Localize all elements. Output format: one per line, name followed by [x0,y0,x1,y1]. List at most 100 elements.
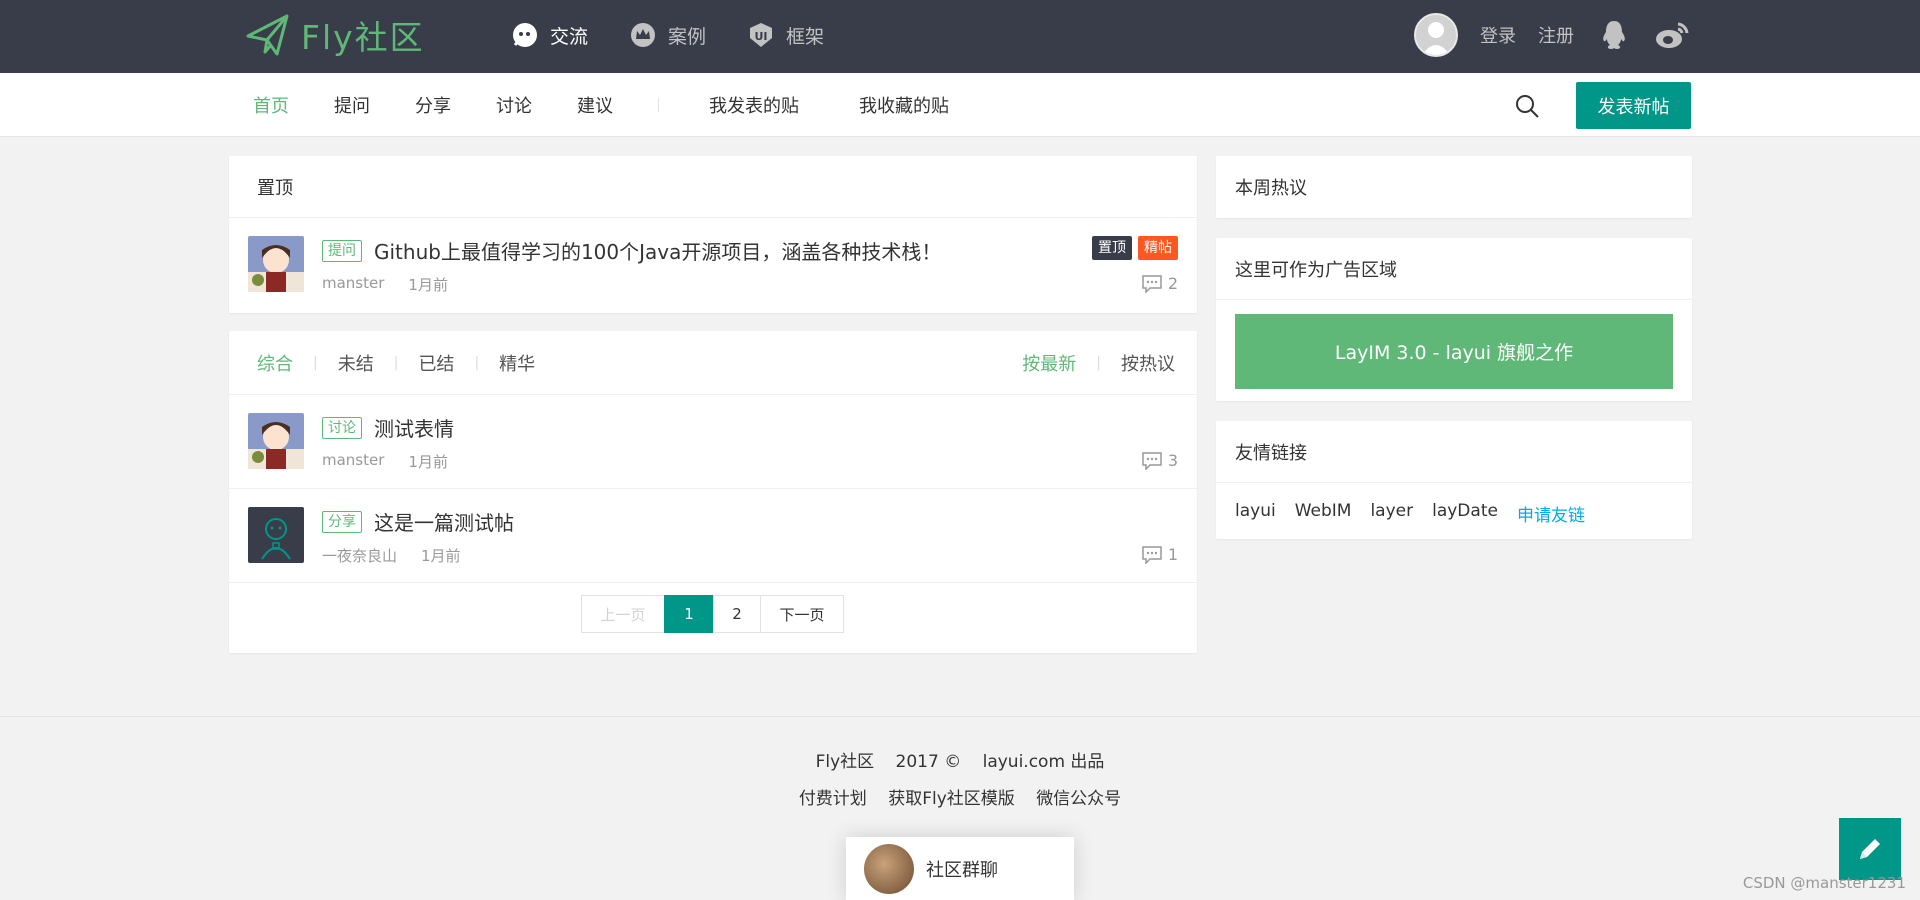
default-avatar[interactable] [1414,13,1458,57]
post-head: 提问 Github上最值得学习的100个Java开源项目，涵盖各种技术栈！ [322,236,941,265]
sub-nav: 首页 提问 分享 讨论 建议 我发表的贴 我收藏的贴 发表新帖 [0,73,1920,137]
post-author[interactable]: manster [322,274,384,295]
post-avatar-anime[interactable] [248,413,304,469]
footer-link[interactable]: 付费计划 [799,789,867,809]
footer-year: 2017 © [895,752,962,772]
search-icon[interactable] [1514,93,1540,119]
post-tag[interactable]: 提问 [322,239,362,262]
footer-link[interactable]: 微信公众号 [1036,789,1121,809]
logo-text: Fly社区 [301,18,425,57]
post-tag[interactable]: 讨论 [322,416,362,439]
post-item: 讨论 测试表情 manster 1月前 3 [229,395,1197,489]
svg-text:UI: UI [755,30,768,43]
topnav-label: 框架 [786,25,825,48]
chat-label: 社区群聊 [926,859,998,881]
ad-title: 这里可作为广告区域 [1216,238,1692,300]
sticky-panel: 置顶 提问 Github上最值得学习的100个Java开源项目，涵盖各种技术栈！… [229,156,1197,313]
post-author[interactable]: 一夜奈良山 [322,545,397,566]
post-head: 分享 这是一篇测试帖 [322,507,514,536]
friend-link[interactable]: layui [1235,501,1276,526]
topnav-item-framework[interactable]: UI 框架 [746,20,824,50]
post-title-link[interactable]: 这是一篇测试帖 [374,507,514,536]
community-chat-button[interactable]: 社区群聊 [846,837,1074,900]
friend-links: layui WebIM layer layDate 申请友链 [1235,501,1585,526]
filter-divider: | [313,355,318,371]
post-title-link[interactable]: 测试表情 [374,413,454,442]
qq-icon[interactable] [1596,17,1632,53]
subnav-list: 首页 提问 分享 讨论 建议 我发表的贴 我收藏的贴 [253,73,994,136]
sticky-title: 置顶 [229,156,1197,218]
sort-newest[interactable]: 按最新 [1022,350,1076,376]
subnav-item-question[interactable]: 提问 [334,92,370,118]
hot-topics-title: 本周热议 [1235,178,1307,199]
register-link[interactable]: 注册 [1538,22,1574,48]
subnav-item-share[interactable]: 分享 [415,92,451,118]
topnav-item-chat[interactable]: 交流 [510,20,588,50]
page-button[interactable]: 2 [713,595,761,633]
friend-link[interactable]: layer [1370,501,1413,526]
weibo-icon[interactable] [1654,17,1690,53]
post-avatar-robot[interactable] [248,507,304,563]
sort-hottest[interactable]: 按热议 [1121,350,1175,376]
footer-copyright: Fly社区 2017 © layui.com 出品 [0,747,1920,772]
post-author[interactable]: manster [322,451,384,472]
comment-icon [1142,274,1162,293]
post-reply-count: 2 [1142,274,1178,293]
new-post-button[interactable]: 发表新帖 [1576,82,1691,129]
reply-count: 1 [1167,545,1178,564]
friend-link[interactable]: WebIM [1295,501,1352,526]
badge-sticky: 置顶 [1092,236,1132,260]
pagination: 上一页 1 2 下一页 [581,595,844,633]
user-area: 登录 注册 [1414,0,1690,70]
friend-link[interactable]: layDate [1432,501,1498,526]
post-meta: manster 1月前 [322,274,448,295]
footer-producer[interactable]: layui.com 出品 [983,752,1105,772]
filter-divider: | [1096,355,1101,371]
subnav-item-my-posts[interactable]: 我发表的贴 [709,92,799,118]
next-page-button[interactable]: 下一页 [760,595,844,633]
post-avatar-anime[interactable] [248,236,304,292]
filter-featured[interactable]: 精华 [499,350,535,376]
reply-count: 3 [1167,451,1178,470]
badge-featured: 精帖 [1138,236,1178,260]
paper-plane-icon [246,14,289,56]
watermark: CSDN @manster1231 [1742,874,1906,892]
filter-solved[interactable]: 已结 [418,350,454,376]
subnav-item-home[interactable]: 首页 [253,92,289,118]
apply-friend-link[interactable]: 申请友链 [1517,501,1585,526]
chat-avatar [864,843,914,894]
filter-bar: 综合 | 未结 | 已结 | 精华 按最新 | 按热议 [229,331,1197,395]
friend-links-title: 友情链接 [1216,421,1692,483]
chat-bubble-icon [510,20,540,50]
pencil-icon [1860,839,1880,859]
post-time: 1月前 [408,276,448,294]
site-logo[interactable]: Fly社区 [245,10,425,60]
topnav-label: 交流 [550,25,589,48]
post-list-panel: 综合 | 未结 | 已结 | 精华 按最新 | 按热议 讨论 测试表情 mans… [229,331,1197,653]
prev-page-button[interactable]: 上一页 [581,595,665,633]
crown-icon [628,20,658,50]
footer-site-name[interactable]: Fly社区 [816,752,875,772]
topnav-item-cases[interactable]: 案例 [628,20,706,50]
subnav-item-discuss[interactable]: 讨论 [496,92,532,118]
post-title-link[interactable]: Github上最值得学习的100个Java开源项目，涵盖各种技术栈！ [374,236,941,265]
reply-count: 2 [1167,274,1178,293]
footer-link[interactable]: 获取Fly社区模版 [888,789,1015,809]
edit-fab-button[interactable] [1839,818,1901,880]
subnav-item-my-favorites[interactable]: 我收藏的贴 [859,92,949,118]
filter-all[interactable]: 综合 [257,350,293,376]
filter-unsolved[interactable]: 未结 [338,350,374,376]
post-tag[interactable]: 分享 [322,510,362,533]
comment-icon [1142,451,1162,470]
post-reply-count: 3 [1142,451,1178,470]
user-silhouette-icon [1422,22,1450,55]
top-header: Fly社区 交流 案例 UI 框架 登录 注册 [0,0,1920,73]
ad-banner-link[interactable]: LayIM 3.0 - layui 旗舰之作 [1235,314,1673,389]
login-link[interactable]: 登录 [1480,22,1516,48]
hot-topics-panel: 本周热议 [1216,156,1692,218]
post-head: 讨论 测试表情 [322,413,454,442]
ui-shield-icon: UI [746,20,776,50]
page-button[interactable]: 1 [664,595,714,633]
subnav-item-suggest[interactable]: 建议 [577,92,613,118]
post-item: 分享 这是一篇测试帖 一夜奈良山 1月前 1 [229,489,1197,583]
